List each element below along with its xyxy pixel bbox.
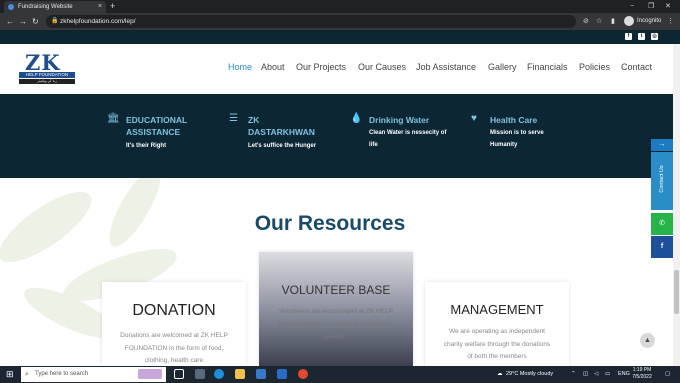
task-view-icon[interactable]	[174, 369, 184, 379]
feature-desc: Let's suffice the Hunger	[248, 143, 317, 149]
instagram-icon[interactable]: ◎	[651, 33, 658, 40]
incognito-icon[interactable]	[624, 16, 634, 26]
reload-icon[interactable]: ↻	[32, 13, 39, 30]
scroll-to-top-button[interactable]: ▲	[640, 333, 655, 348]
twitter-icon[interactable]: t	[638, 33, 645, 40]
page-scrollbar[interactable]	[673, 44, 680, 366]
clock-date: 7/5/2022	[632, 374, 652, 380]
widgets-icon[interactable]	[195, 369, 205, 379]
side-panel-icon[interactable]: ▮	[611, 13, 615, 30]
nav-gallery[interactable]: Gallery	[488, 62, 517, 72]
facebook-icon[interactable]: f	[625, 33, 632, 40]
windows-start-icon[interactable]: ⊞	[6, 370, 15, 379]
card-management[interactable]: MANAGEMENT We are operating as independe…	[425, 282, 569, 366]
top-social-strip	[0, 30, 680, 44]
features-band	[0, 94, 680, 178]
address-bar[interactable]: 🔒 zkhelpfoundation.com/lep/	[46, 15, 576, 28]
network-icon[interactable]: ◫	[583, 366, 588, 383]
bookmark-star-icon[interactable]: ☆	[596, 13, 602, 30]
logo-subtitle: HELP FOUNDATION	[19, 72, 75, 78]
mail-icon[interactable]	[277, 369, 287, 379]
search-placeholder: Type here to search	[35, 371, 89, 377]
notification-icon[interactable]: ▢	[665, 366, 670, 383]
maximize-icon[interactable]: ❐	[648, 0, 654, 13]
nav-job-assistance[interactable]: Job Assistance	[416, 62, 476, 72]
card-title: VOLUNTEER BASE	[281, 283, 391, 297]
back-icon[interactable]: ←	[6, 13, 14, 30]
weather-text[interactable]: 29°C Mostly cloudy	[506, 366, 553, 383]
chrome-icon[interactable]	[298, 369, 308, 379]
weather-icon[interactable]: ☁	[497, 366, 503, 383]
tab-title: Fundraising Website	[18, 4, 73, 10]
search-icon: ⌕	[25, 371, 29, 378]
tab-favicon-icon	[8, 4, 14, 10]
feature-desc: It's their Right	[126, 143, 167, 149]
feature-title: Health Care	[490, 115, 538, 125]
camera-off-icon[interactable]: ⊘	[583, 13, 589, 30]
bank-icon: 🏛	[107, 113, 120, 124]
site-logo[interactable]: ZK HELP FOUNDATION زیڈ کے ویلفیئر	[19, 50, 75, 86]
card-text: Donations are welcomed at ZK HELP FOUNDA…	[120, 332, 228, 364]
contact-us-tab[interactable]: Contact Us	[651, 152, 673, 210]
feature-title: Drinking Water	[369, 115, 430, 125]
heart-icon: ♥	[471, 113, 477, 124]
nav-home[interactable]: Home	[228, 62, 252, 72]
drop-icon: 💧	[350, 113, 363, 124]
nav-contact[interactable]: Contact	[621, 62, 652, 72]
nav-financials[interactable]: Financials	[527, 62, 568, 72]
forward-icon[interactable]: →	[19, 13, 27, 30]
database-icon: ☰	[229, 113, 238, 124]
card-text: We are operating as independent charity …	[443, 328, 551, 360]
url-text: zkhelpfoundation.com/lep/	[60, 18, 136, 25]
browser-tab[interactable]: Fundraising Website ×	[4, 1, 106, 13]
tab-close-icon[interactable]: ×	[98, 1, 102, 13]
logo-script: زیڈ کے ویلفیئر	[19, 79, 75, 84]
store-icon[interactable]	[256, 369, 266, 379]
feature-title: ZK DASTARKHWAN	[248, 115, 315, 137]
nav-our-projects[interactable]: Our Projects	[296, 62, 346, 72]
contact-us-label: Contact Us	[659, 165, 665, 193]
edge-icon[interactable]	[214, 369, 224, 379]
tray-chevron-icon[interactable]: ⌃	[571, 366, 576, 383]
card-volunteer-base[interactable]: VOLUNTEER BASE Volunteers are encouraged…	[259, 252, 413, 366]
minimize-icon[interactable]: −	[630, 0, 634, 13]
file-explorer-icon[interactable]	[235, 369, 245, 379]
nav-policies[interactable]: Policies	[579, 62, 610, 72]
close-window-icon[interactable]: ✕	[665, 0, 671, 13]
incognito-label: Incognito	[637, 18, 662, 24]
lock-icon: 🔒	[51, 18, 59, 24]
resources-title: Our Resources	[254, 212, 406, 235]
clock-time: 1:19 PM	[632, 367, 652, 373]
menu-kebab-icon[interactable]: ⋮	[667, 13, 674, 30]
feature-title: EDUCATIONAL ASSISTANCE	[126, 115, 188, 137]
battery-icon[interactable]: ▭	[605, 366, 610, 383]
card-donation[interactable]: DONATION Donations are welcomed at ZK HE…	[102, 282, 246, 366]
card-title: DONATION	[132, 302, 216, 319]
whatsapp-icon[interactable]: ✆	[651, 213, 673, 235]
nav-our-causes[interactable]: Our Causes	[358, 62, 406, 72]
feature-desc: Clean Water is nessecity of life	[369, 130, 447, 148]
search-highlight-icon[interactable]	[138, 369, 162, 379]
side-arrow-button[interactable]: →	[651, 139, 673, 151]
nav-about[interactable]: About	[261, 62, 285, 72]
taskbar-clock[interactable]: 1:19 PM 7/5/2022	[622, 367, 662, 381]
scrollbar-thumb[interactable]	[674, 270, 679, 314]
card-title: MANAGEMENT	[450, 302, 544, 317]
new-tab-button[interactable]: +	[110, 0, 115, 13]
feature-desc: Mission is to serve Humanity	[490, 130, 544, 148]
volume-icon[interactable]: ◁	[594, 366, 598, 383]
facebook-side-icon[interactable]: f	[651, 236, 673, 258]
card-text: Volunteers are encouraged at ZK HELP FOU…	[278, 308, 394, 340]
